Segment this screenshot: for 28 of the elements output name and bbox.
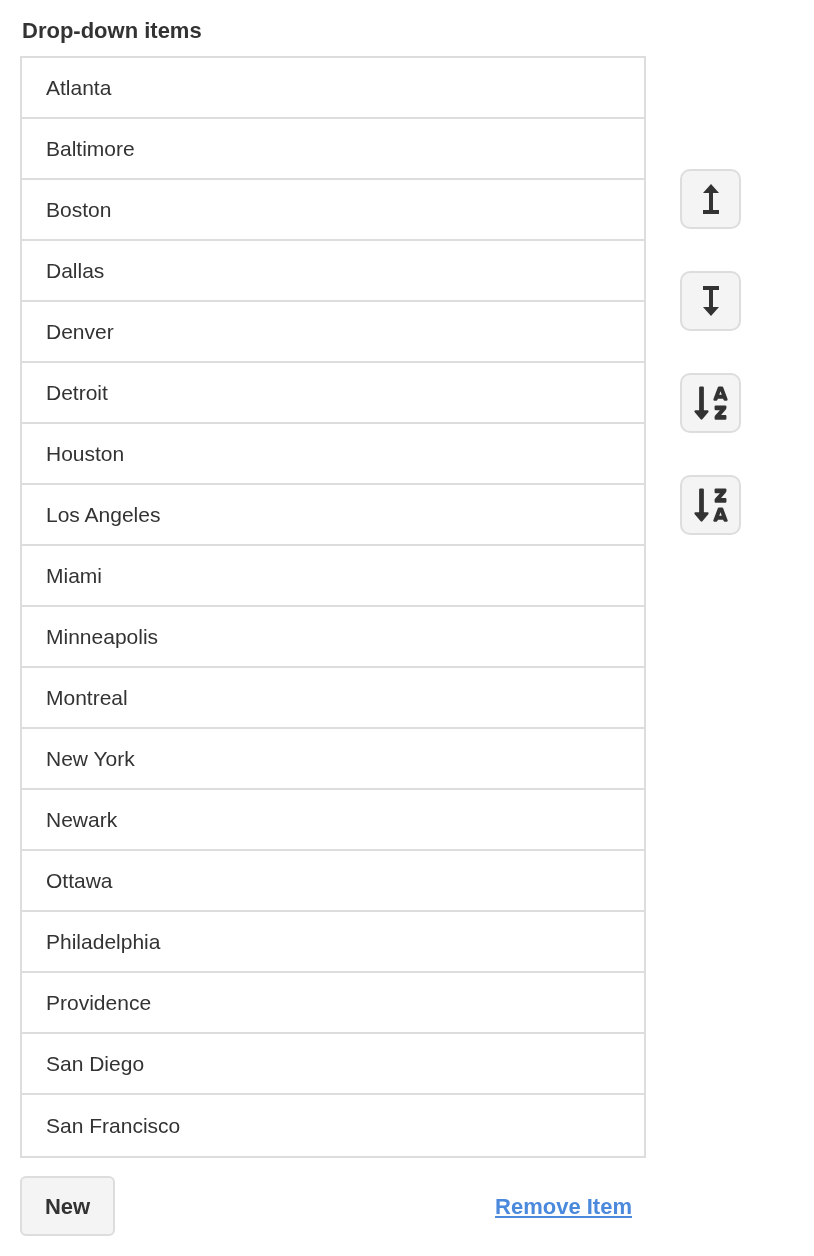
- list-item[interactable]: Houston: [22, 424, 644, 485]
- list-item[interactable]: Minneapolis: [22, 607, 644, 668]
- list-item[interactable]: Miami: [22, 546, 644, 607]
- sort-ascending-button[interactable]: [680, 373, 741, 433]
- list-item[interactable]: Providence: [22, 973, 644, 1034]
- section-heading: Drop-down items: [21, 17, 202, 45]
- list-item[interactable]: San Francisco: [22, 1095, 644, 1156]
- list-item[interactable]: Dallas: [22, 241, 644, 302]
- list-item[interactable]: Philadelphia: [22, 912, 644, 973]
- list-item[interactable]: Los Angeles: [22, 485, 644, 546]
- list-item[interactable]: Newark: [22, 790, 644, 851]
- list-item[interactable]: Atlanta: [22, 58, 644, 119]
- arrow-up-from-bar-icon: [701, 184, 720, 214]
- remove-item-link[interactable]: Remove Item: [495, 1189, 632, 1223]
- list-item[interactable]: Denver: [22, 302, 644, 363]
- list-item[interactable]: Boston: [22, 180, 644, 241]
- arrow-down-from-bar-icon: [701, 286, 720, 316]
- list-item[interactable]: Ottawa: [22, 851, 644, 912]
- list-item[interactable]: San Diego: [22, 1034, 644, 1095]
- move-down-button[interactable]: [680, 271, 741, 331]
- list-item[interactable]: Baltimore: [22, 119, 644, 180]
- list-item[interactable]: New York: [22, 729, 644, 790]
- sort-z-to-a-icon: [691, 486, 730, 524]
- new-button[interactable]: New: [20, 1176, 115, 1236]
- list-item[interactable]: Montreal: [22, 668, 644, 729]
- move-up-button[interactable]: [680, 169, 741, 229]
- sort-descending-button[interactable]: [680, 475, 741, 535]
- list-item[interactable]: Detroit: [22, 363, 644, 424]
